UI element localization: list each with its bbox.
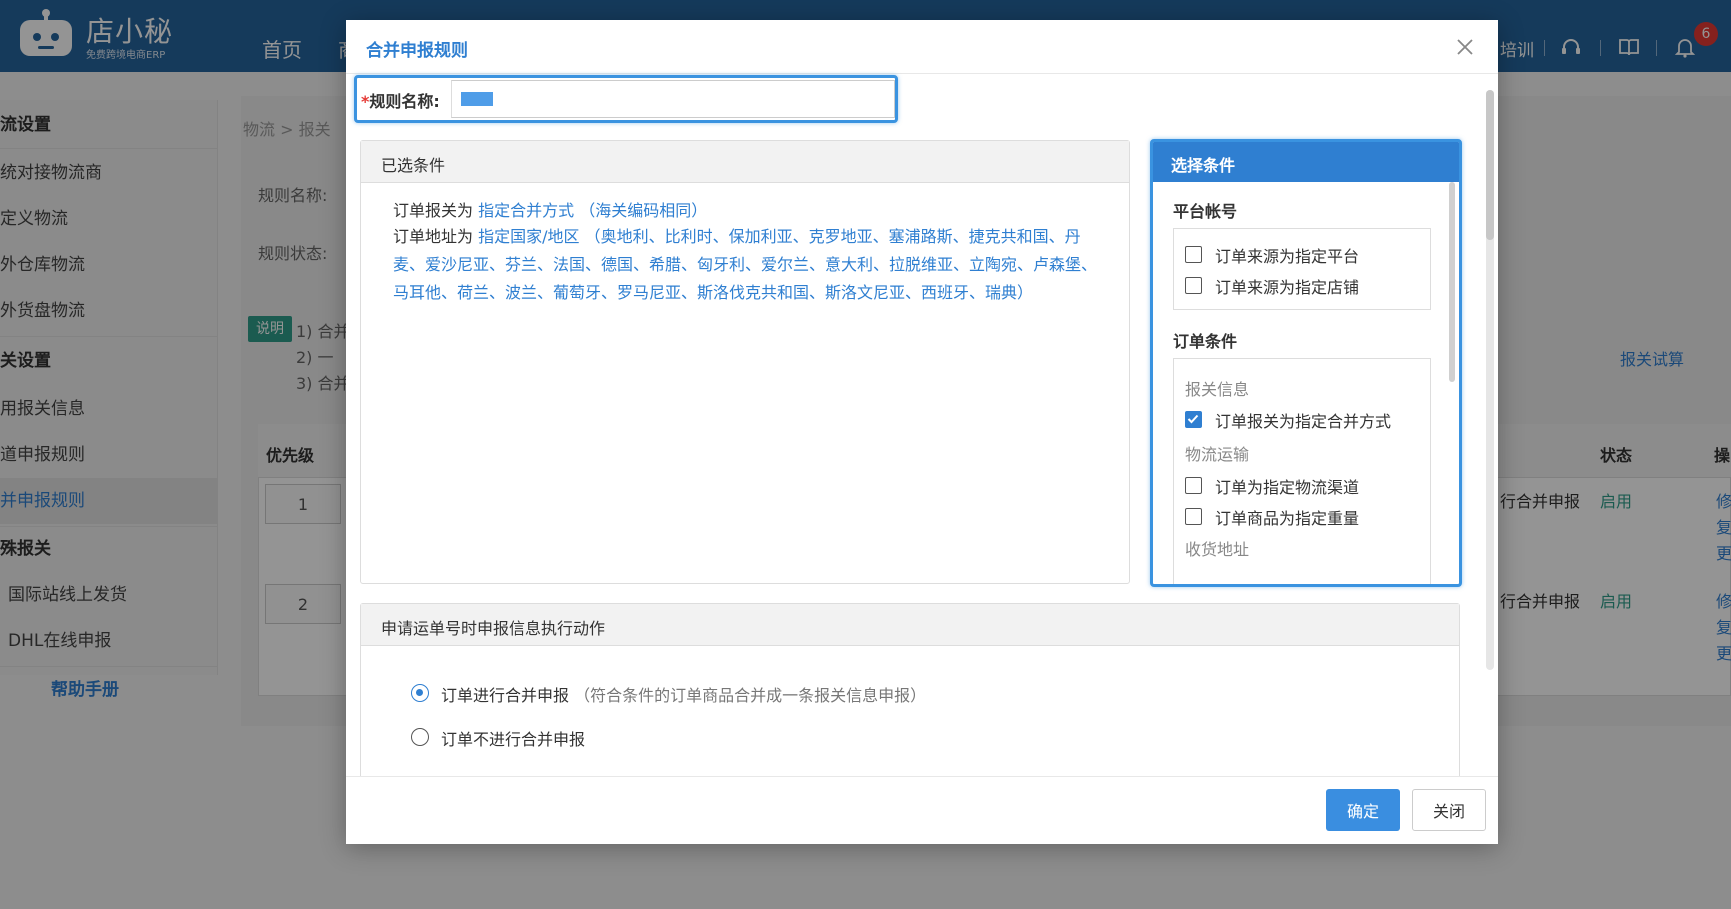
rule-name-input[interactable]: [451, 80, 895, 118]
dialog-header: 合并申报规则: [346, 20, 1498, 74]
scroll-thumb[interactable]: [1486, 90, 1494, 240]
checkbox[interactable]: [1185, 508, 1202, 525]
scrollbar[interactable]: [1449, 182, 1455, 382]
condition-value-link[interactable]: 指定合并方式 （海关编码相同）: [478, 201, 707, 220]
radio-hint: （符合条件的订单商品合并成一条报关信息申报）: [574, 686, 927, 705]
address-subtitle: 收货地址: [1185, 540, 1250, 559]
condition-prefix: 订单报关为: [393, 201, 474, 220]
condition-customs: 订单报关为 指定合并方式 （海关编码相同）: [393, 197, 1103, 225]
checkbox-label: 订单为指定物流渠道: [1215, 478, 1360, 497]
choose-title: 选择条件: [1171, 156, 1236, 175]
condition-prefix: 订单地址为: [393, 227, 474, 246]
selected-conditions-panel: 已选条件 订单报关为 指定合并方式 （海关编码相同） 订单地址为 指定国家/地区…: [360, 140, 1130, 584]
rule-name-label: *规则名称:: [361, 88, 440, 112]
platform-title: 平台帐号: [1173, 202, 1238, 221]
panel-header: 申请运单号时申报信息执行动作: [361, 604, 1459, 646]
radio-label-text: 订单进行合并申报: [441, 686, 570, 705]
checkbox-label: 订单商品为指定重量: [1215, 509, 1360, 528]
checkbox-label: 订单来源为指定店铺: [1215, 278, 1360, 297]
action-title: 申请运单号时申报信息执行动作: [381, 619, 606, 638]
checkbox-label: 订单来源为指定平台: [1215, 247, 1360, 266]
choose-conditions-panel: 选择条件 平台帐号 订单来源为指定平台 订单来源为指定店铺 订单条件 报关信息 …: [1150, 139, 1462, 587]
check-icon: [1187, 414, 1199, 424]
close-button[interactable]: 关闭: [1412, 789, 1486, 831]
rule-name-label-text: 规则名称:: [369, 92, 440, 111]
condition-value-link[interactable]: 指定国家/地区 （奥地利、比利时、保加利亚、克罗地亚、塞浦路斯、捷克共和国、丹麦…: [393, 227, 1097, 302]
checkbox[interactable]: [1185, 246, 1202, 263]
radio-label-text: 订单不进行合并申报: [441, 730, 586, 749]
logistics-subtitle: 物流运输: [1185, 445, 1250, 464]
confirm-button[interactable]: 确定: [1326, 789, 1400, 831]
condition-address: 订单地址为 指定国家/地区 （奥地利、比利时、保加利亚、克罗地亚、塞浦路斯、捷克…: [393, 223, 1103, 307]
radio[interactable]: [411, 728, 429, 746]
checkbox-checked[interactable]: [1185, 411, 1202, 428]
checkbox-label: 订单报关为指定合并方式: [1215, 412, 1392, 431]
checkbox[interactable]: [1185, 277, 1202, 294]
choose-header: 选择条件: [1153, 142, 1459, 182]
panel-header: 已选条件: [361, 141, 1129, 183]
order-title: 订单条件: [1173, 332, 1238, 351]
close-icon[interactable]: [1454, 36, 1476, 58]
rule-name-field: *规则名称:: [354, 75, 898, 123]
dialog-scrollbar[interactable]: [1486, 90, 1494, 670]
radio-selected[interactable]: [411, 684, 429, 702]
radio-label: 订单进行合并申报 （符合条件的订单商品合并成一条报关信息申报）: [441, 682, 926, 706]
checkbox[interactable]: [1185, 477, 1202, 494]
radio-label: 订单不进行合并申报: [441, 726, 585, 750]
customs-subtitle: 报关信息: [1185, 380, 1250, 399]
dialog-footer: 确定 关闭: [346, 776, 1498, 844]
selected-conditions-title: 已选条件: [381, 156, 446, 175]
text-selection-highlight: [461, 92, 493, 106]
merge-rule-dialog: 合并申报规则 *规则名称: 已选条件 订单报关为 指定合并方式 （海关编码相同）…: [346, 20, 1498, 844]
dialog-title: 合并申报规则: [366, 41, 468, 61]
